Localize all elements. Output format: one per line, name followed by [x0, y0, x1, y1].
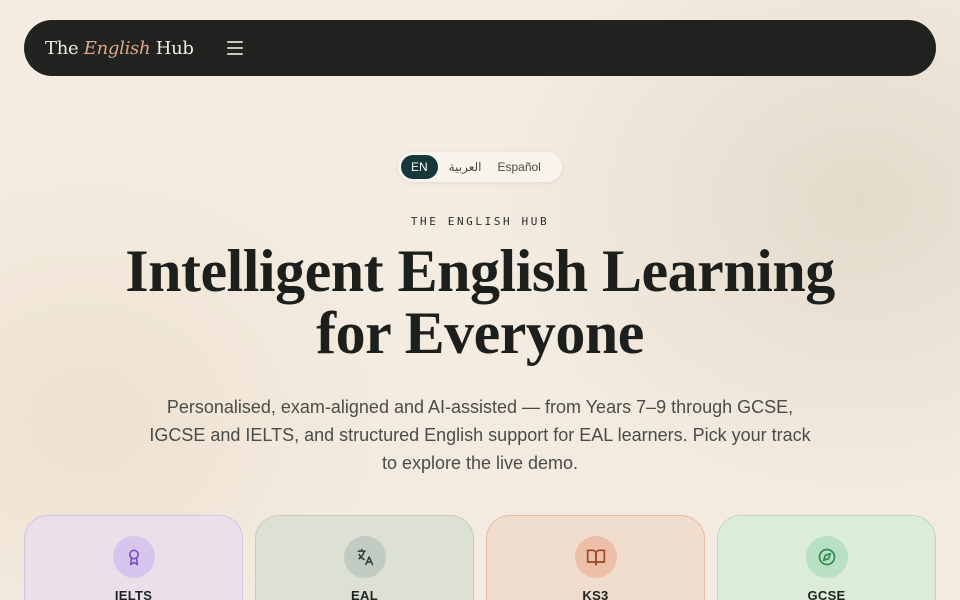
track-card-gcse[interactable]: GCSE — [717, 515, 936, 600]
track-card-eal[interactable]: EAL — [255, 515, 474, 600]
hero-eyebrow: THE ENGLISH HUB — [410, 215, 550, 228]
menu-icon[interactable] — [224, 37, 246, 59]
lang-option-en[interactable]: EN — [401, 155, 438, 179]
language-switcher: EN العربية Español — [398, 152, 562, 182]
lang-option-spanish[interactable]: Español — [490, 155, 547, 179]
top-navbar: The English Hub — [24, 20, 936, 76]
book-open-icon — [575, 536, 617, 578]
translate-icon — [344, 536, 386, 578]
brand-prefix: The — [45, 37, 79, 59]
track-title-eal: EAL — [351, 588, 378, 600]
hero-subtext: Personalised, exam-aligned and AI-assist… — [149, 397, 811, 473]
track-title-ks3: KS3 — [582, 588, 609, 600]
track-card-ielts[interactable]: IELTS — [24, 515, 243, 600]
compass-icon — [806, 536, 848, 578]
brand-logo[interactable]: The English Hub — [45, 38, 194, 59]
brand-suffix: Hub — [155, 37, 194, 59]
headline-line-1: Intelligent English Learning — [125, 238, 835, 304]
track-title-gcse: GCSE — [807, 588, 846, 600]
headline-line-2: for Everyone — [316, 300, 644, 366]
track-cards: IELTS EAL KS3 GCSE — [24, 515, 936, 600]
lang-option-arabic[interactable]: العربية — [442, 155, 489, 179]
award-icon — [113, 536, 155, 578]
hero-headline: Intelligent English Learning for Everyon… — [80, 240, 880, 364]
brand-accent: English — [83, 37, 151, 59]
track-title-ielts: IELTS — [114, 588, 153, 600]
track-card-ks3[interactable]: KS3 — [486, 515, 705, 600]
